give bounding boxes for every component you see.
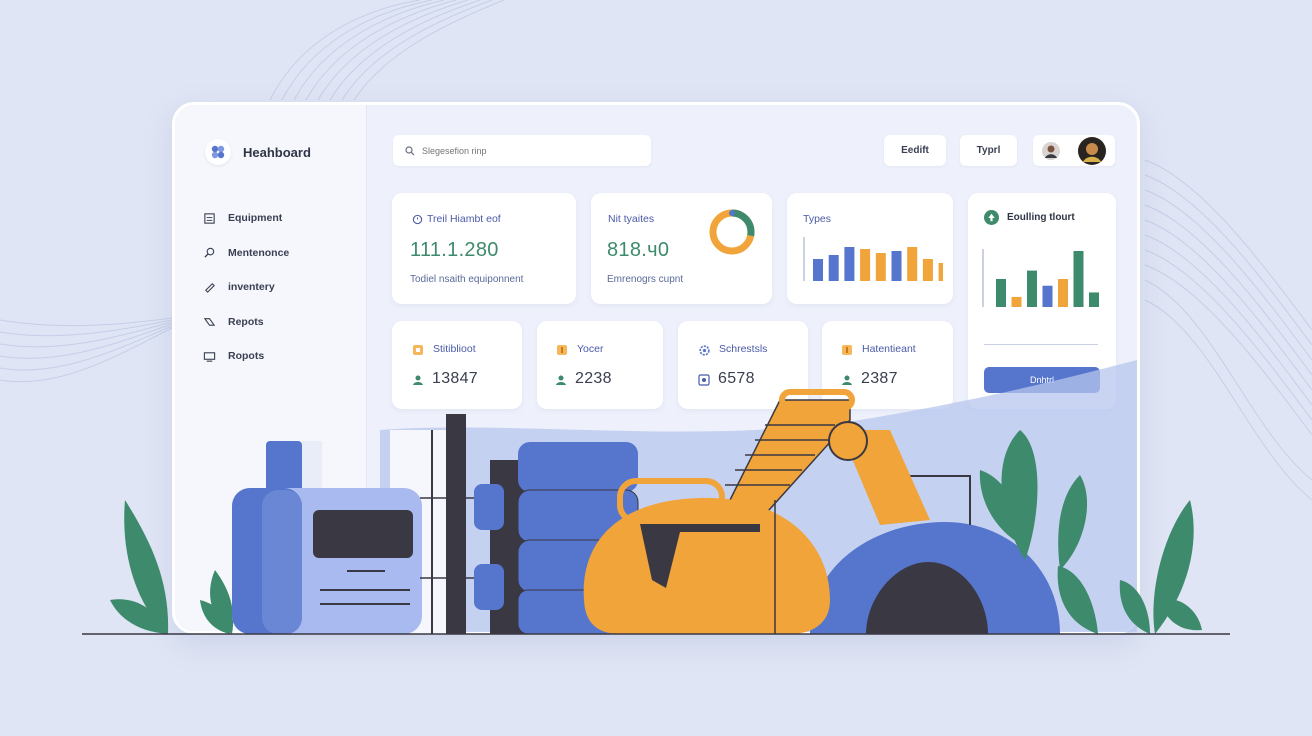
analytics-panel[interactable]: Eoulling tlourt Dnhtrl: [968, 193, 1116, 409]
sidebar-item-label: Ropots: [228, 350, 265, 363]
total-equipment-card[interactable]: Treil Hiambt eof 111.1.280 Todiel nsaith…: [392, 193, 576, 304]
types-bar-chart: [803, 237, 943, 281]
card-label: Stitiblioot: [433, 343, 476, 355]
details-button[interactable]: Dnhtrl: [984, 367, 1100, 393]
sidebar-item-inventory[interactable]: inventery: [203, 270, 289, 305]
inventory-icon: [204, 282, 215, 293]
search-bar[interactable]: [393, 135, 651, 166]
sidebar-item-maintenance[interactable]: Mentenonce: [203, 236, 289, 271]
sidebar-nav: Equipment Mentenonce inventery Repots Ro…: [203, 201, 289, 374]
panel-bar-chart: [982, 249, 1099, 307]
box-icon: [557, 345, 567, 355]
search-input[interactable]: [422, 145, 622, 156]
card-value: 2387: [861, 370, 898, 387]
box-icon: [413, 345, 423, 355]
type-button[interactable]: Typrl: [960, 135, 1017, 166]
card-label: Treil Hiambt eof: [427, 213, 501, 225]
main-content: Eedift Typrl Treil Hiambt eof 111.1.280 …: [367, 105, 1137, 631]
panel-bar: [1027, 270, 1037, 307]
types-bar: [844, 247, 855, 281]
user-avatars[interactable]: [1033, 135, 1115, 166]
panel-bar: [1058, 279, 1068, 307]
sidebar-item-equipment[interactable]: Equipment: [203, 201, 289, 236]
reports-icon: [203, 318, 216, 327]
rate-card[interactable]: Nit tyaites 818.ч0 Emrenogrs cupnt: [591, 193, 772, 304]
types-bar: [938, 263, 943, 281]
sidebar-item-label: inventery: [228, 281, 275, 294]
card-value: 111.1.280: [410, 239, 499, 261]
avatar[interactable]: [1041, 141, 1061, 161]
arrow-up-icon: [984, 210, 999, 225]
sidebar-item-label: Repots: [228, 315, 264, 328]
panel-title: Eoulling tlourt: [1007, 212, 1075, 223]
gear-icon: [699, 345, 710, 356]
types-bar: [891, 251, 902, 281]
equipment-icon: [204, 213, 215, 224]
brand-title: Heahboard: [243, 144, 311, 160]
types-bar: [813, 259, 823, 281]
card-value: 2238: [575, 370, 612, 387]
maintenance-icon: [204, 248, 215, 258]
stat-card-1[interactable]: Stitiblioot 13847: [392, 321, 522, 409]
stat-card-2[interactable]: Yocer 2238: [537, 321, 663, 409]
types-bar: [860, 249, 871, 281]
sidebar-item-monitor[interactable]: Ropots: [203, 339, 289, 374]
edit-button[interactable]: Eedift: [884, 135, 946, 166]
box-icon: [842, 345, 852, 355]
types-card[interactable]: Types: [787, 193, 953, 304]
types-bar: [875, 253, 886, 281]
types-bar: [907, 247, 918, 281]
card-label: Hatentieant: [862, 343, 916, 355]
sidebar-item-label: Mentenonce: [228, 246, 290, 259]
card-label: Types: [803, 213, 832, 225]
card-label: Yocer: [577, 343, 604, 355]
types-bar: [922, 259, 933, 281]
divider: [984, 344, 1098, 345]
card-value: 13847: [432, 370, 478, 387]
card-value: 818.ч0: [607, 239, 670, 261]
clock-icon: [412, 214, 423, 225]
card-value: 6578: [718, 370, 755, 387]
sidebar-item-reports[interactable]: Repots: [203, 305, 289, 340]
card-label: Nit tyaites: [608, 213, 655, 225]
panel-bar: [1073, 251, 1084, 307]
user-icon: [556, 375, 566, 385]
sidebar: Heahboard Equipment Mentenonce inventery…: [175, 105, 367, 631]
panel-bar: [1011, 296, 1022, 307]
card-label: Schrestsls: [719, 343, 768, 355]
user-icon: [842, 375, 852, 385]
panel-bar: [1089, 292, 1099, 307]
stat-card-3[interactable]: Schrestsls 6578: [678, 321, 808, 409]
donut-marker: [729, 210, 735, 216]
panel-bar: [996, 279, 1006, 307]
stat-card-4[interactable]: Hatentieant 2387: [822, 321, 953, 409]
app-window: Heahboard Equipment Mentenonce inventery…: [172, 102, 1140, 634]
image-icon: [698, 374, 710, 386]
monitor-icon: [203, 351, 216, 362]
avatar[interactable]: [1077, 136, 1107, 166]
panel-bar: [1042, 285, 1053, 307]
brand[interactable]: Heahboard: [205, 139, 311, 165]
donut-chart: [709, 209, 755, 255]
search-icon: [405, 145, 415, 155]
card-subtitle: Emrenogrs cupnt: [607, 274, 684, 285]
card-subtitle: Todiel nsaith equiponnent: [410, 274, 524, 285]
user-icon: [413, 375, 423, 385]
types-bar: [828, 255, 839, 281]
sidebar-item-label: Equipment: [228, 212, 283, 225]
brand-logo-icon: [205, 139, 231, 165]
